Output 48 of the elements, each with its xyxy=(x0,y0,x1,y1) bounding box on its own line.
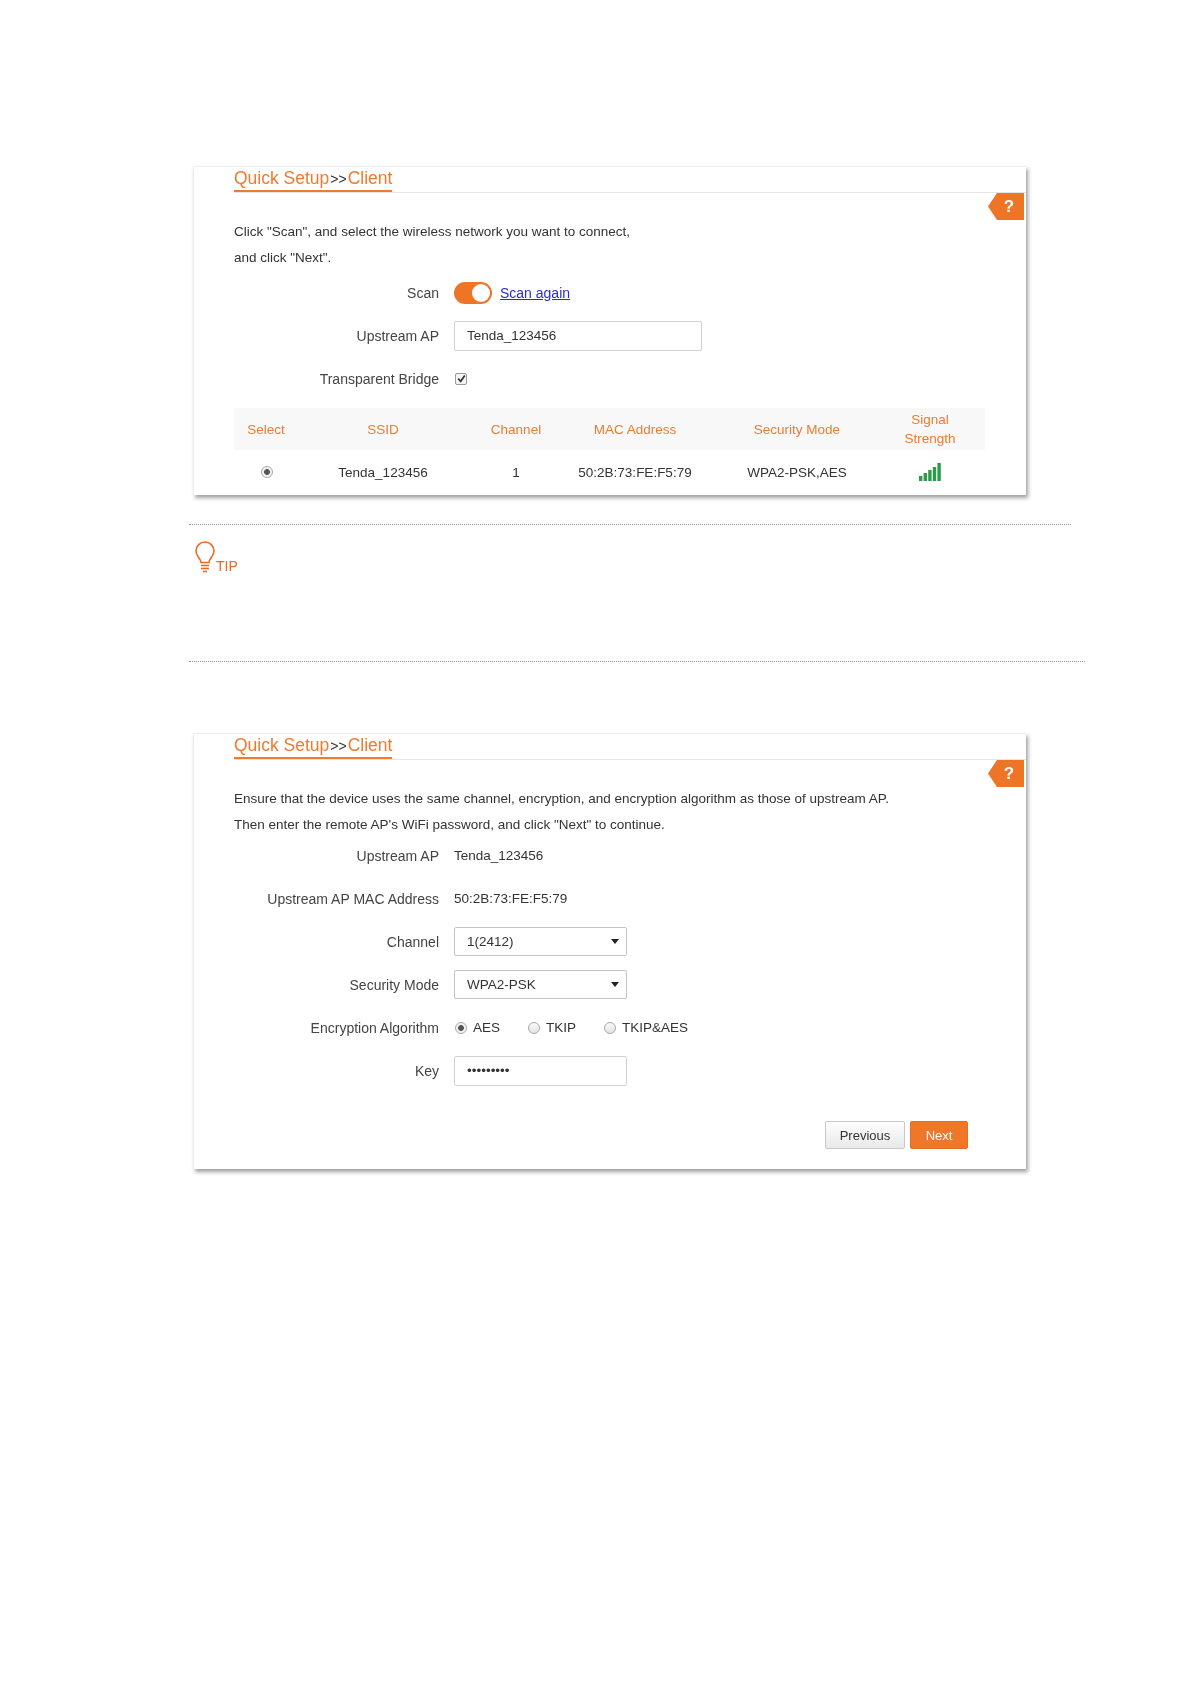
field-label: Upstream AP xyxy=(356,327,439,344)
checkmark-icon xyxy=(456,374,466,383)
radio-label: TKIP xyxy=(546,1020,577,1035)
table-cell: Tenda_123456 xyxy=(338,464,428,480)
text-field[interactable]: Tenda_123456 xyxy=(454,320,702,351)
instruction-text: Then enter the remote AP's WiFi password, and click "Next" to continue. xyxy=(234,816,666,834)
dropdown[interactable]: WPA2-PSK xyxy=(454,970,627,999)
instruction-text: Click "Scan", and select the wireless network you want to connect, xyxy=(234,223,632,241)
field-label: Upstream AP xyxy=(356,847,439,864)
caret-icon xyxy=(611,982,619,987)
field-value: Tenda_123456 xyxy=(454,848,544,863)
toggle-switch[interactable] xyxy=(454,281,492,304)
column-header: Channel xyxy=(490,420,542,439)
caret-icon xyxy=(611,939,619,944)
scan-again-link[interactable]: Scan again xyxy=(500,284,571,301)
instruction-text: Ensure that the device uses the same channel, encryption, and encryption algorithm as those of upstream AP. xyxy=(234,790,890,808)
radio-label: TKIP&AES xyxy=(622,1020,689,1035)
field-label: Scan xyxy=(407,284,439,301)
column-header: Select xyxy=(247,420,285,439)
secondary-button[interactable]: Previous xyxy=(825,1121,905,1149)
password-field[interactable]: ••••••••• xyxy=(454,1055,627,1086)
lightbulb-icon xyxy=(194,541,216,573)
field-label: Transparent Bridge xyxy=(319,370,439,387)
radio-button[interactable] xyxy=(604,1021,617,1034)
page-title: Quick Setup>>Client xyxy=(234,167,393,192)
field-label: Upstream AP MAC Address xyxy=(267,890,439,907)
radio-button[interactable] xyxy=(528,1021,540,1034)
instruction-text: and click "Next". xyxy=(234,249,333,267)
column-header: Security Mode xyxy=(753,420,841,439)
tip-label: TIP xyxy=(216,558,238,574)
field-value: 50:2B:73:FE:F5:79 xyxy=(454,891,568,906)
checkbox[interactable] xyxy=(455,372,467,385)
table-cell: WPA2-PSK,AES xyxy=(747,464,847,480)
page-title: Quick Setup>>Client xyxy=(234,734,393,759)
table-cell: 50:2B:73:FE:F5:79 xyxy=(578,464,692,480)
field-label: Encryption Algorithm xyxy=(310,1019,439,1036)
column-header: SSID xyxy=(367,420,399,439)
radio-button[interactable] xyxy=(455,1021,467,1034)
table-cell: 1 xyxy=(512,464,520,480)
field-label: Key xyxy=(414,1062,439,1079)
dropdown[interactable]: 1(2412) xyxy=(454,927,627,956)
radio-button[interactable] xyxy=(260,466,273,478)
column-header: MAC Address xyxy=(593,420,677,439)
column-header: Signal Strength xyxy=(903,411,957,448)
radio-label: AES xyxy=(473,1020,500,1035)
field-label: Security Mode xyxy=(349,976,439,993)
field-label: Channel xyxy=(386,933,439,950)
signal-strength-icon xyxy=(919,463,941,481)
